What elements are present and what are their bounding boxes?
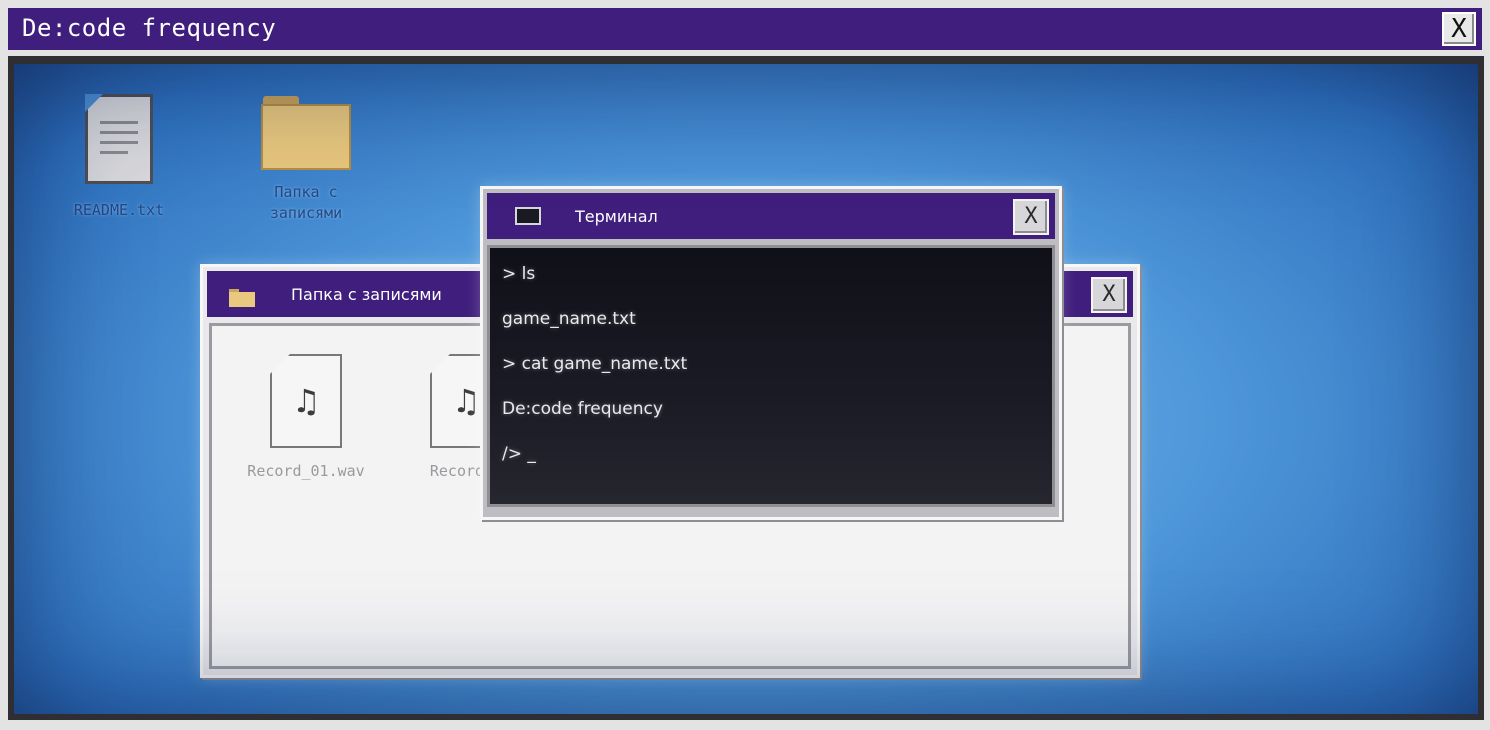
monitor-frame: README.txt Папка с записями Папка с запи… [8,56,1484,720]
folder-icon [229,289,255,307]
terminal-window: Терминал X > ls game_name.txt > cat game… [480,186,1062,520]
terminal-line: De:code frequency [502,399,663,419]
app-titlebar: De:code frequency X [8,8,1482,50]
desktop-icon-records-folder[interactable]: Папка с записями [236,96,376,224]
app-close-button[interactable]: X [1442,12,1476,46]
terminal-line: > ls [502,264,536,284]
app-title: De:code frequency [22,14,277,42]
document-icon [85,94,153,184]
app-frame: De:code frequency X README.txt Папка с з… [0,0,1490,730]
file-label: Record_01.wav [247,462,365,480]
folder-window-close-button[interactable]: X [1091,277,1127,313]
desktop: README.txt Папка с записями Папка с запи… [14,64,1478,714]
terminal-window-titlebar[interactable]: Терминал X [487,193,1055,239]
terminal-window-close-button[interactable]: X [1013,199,1049,235]
audio-file-icon: ♫ [270,354,342,448]
desktop-icon-label: README.txt [73,201,165,219]
folder-icon [261,96,351,170]
folder-window-title: Папка с записями [291,285,442,304]
terminal-window-title: Терминал [575,207,658,226]
desktop-icon-label-line1: Папка с [274,183,338,201]
file-item-record-01[interactable]: ♫ Record_01.wav [236,354,376,480]
desktop-icon-label-line2: записями [269,204,343,222]
terminal-icon [515,207,541,225]
terminal-output[interactable]: > ls game_name.txt > cat game_name.txt D… [487,245,1055,507]
terminal-prompt[interactable]: /> _ [502,444,536,464]
terminal-line: > cat game_name.txt [502,354,688,374]
desktop-icon-readme[interactable]: README.txt [64,94,174,221]
terminal-line: game_name.txt [502,309,636,329]
